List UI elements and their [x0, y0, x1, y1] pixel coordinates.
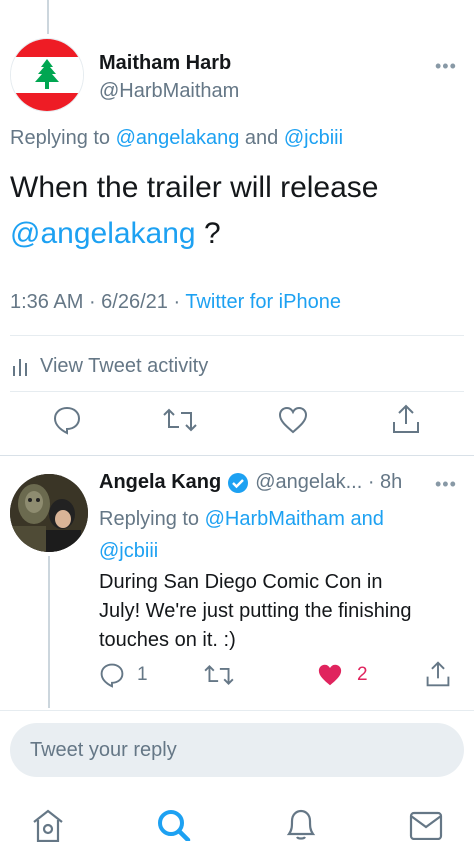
divider [10, 391, 464, 392]
reply-text: During San Diego Comic Con in July! We'r… [99, 568, 469, 655]
verified-badge-icon [228, 472, 249, 493]
tweet-text-line1: When the trailer will release [10, 171, 379, 204]
reply-share-button[interactable] [425, 660, 451, 693]
avatar-maitham[interactable] [10, 38, 84, 112]
mention-jcbiii[interactable]: @jcbiii [284, 127, 343, 149]
reply-replying-to: Replying to @HarbMaitham and @jcbiii [99, 503, 459, 567]
author-handle[interactable]: @HarbMaitham [99, 80, 239, 103]
share-button[interactable] [391, 403, 421, 435]
heart-icon [278, 406, 308, 434]
reply-count: 1 [137, 664, 148, 685]
tweet-reply-input[interactable]: Tweet your reply [10, 723, 464, 777]
tweet-mention-angelakang[interactable]: @angelakang [10, 217, 196, 250]
reply-icon [53, 406, 81, 435]
share-icon [393, 404, 419, 433]
view-tweet-activity-label: View Tweet activity [40, 354, 209, 377]
tweet-text: When the trailer will release @angelakan… [10, 165, 460, 257]
more-options-icon[interactable]: ••• [435, 56, 457, 77]
reply-button[interactable] [52, 405, 82, 435]
home-icon [33, 809, 63, 843]
nav-search[interactable] [155, 807, 191, 846]
retweet-icon [204, 664, 234, 686]
divider [0, 455, 474, 456]
tweet-text-end: ? [195, 217, 221, 250]
divider [0, 710, 474, 711]
reply-text-line2: July! We're just putting the finishing [99, 600, 412, 622]
reply-icon [100, 663, 124, 688]
nav-messages[interactable] [409, 810, 443, 845]
bottom-nav [0, 790, 474, 843]
reply-reply-button[interactable]: 1 [99, 662, 148, 688]
reply-more-options-icon[interactable]: ••• [435, 474, 457, 495]
retweet-icon [163, 408, 197, 432]
reply-retweet-button[interactable] [203, 662, 235, 693]
retweet-button[interactable] [162, 405, 198, 435]
reply-mention-jcbiii[interactable]: @jcbiii [99, 540, 158, 562]
timestamp-line: 1:36 AM · 6/26/21 · Twitter for iPhone [10, 291, 341, 314]
search-icon [158, 810, 191, 843]
view-tweet-activity[interactable]: View Tweet activity [10, 352, 208, 380]
author-name[interactable]: Maitham Harb [99, 52, 231, 75]
reply-text-line1: During San Diego Comic Con in [99, 571, 383, 593]
separator-dot: · [83, 291, 102, 313]
like-button[interactable] [278, 406, 308, 434]
messages-icon [409, 811, 443, 841]
reply-header: Angela Kang @angelak... · 8h [99, 471, 402, 494]
tweet-date: 6/26/21 [101, 291, 168, 313]
reply-like-button[interactable]: 2 [317, 663, 368, 687]
avatar-angela[interactable] [10, 474, 88, 552]
like-count: 2 [357, 664, 368, 685]
notifications-icon [286, 809, 316, 840]
thread-connector-top [47, 0, 49, 34]
profile-photo [10, 474, 88, 552]
separator-dot: · [167, 291, 186, 313]
analytics-icon [13, 359, 27, 376]
lebanon-flag-icon [11, 39, 83, 111]
nav-notifications[interactable] [284, 806, 318, 846]
mention-angelakang[interactable]: @angelakang [116, 127, 240, 149]
divider [10, 335, 464, 336]
reply-replying-and: and [344, 508, 384, 530]
reply-author-name[interactable]: Angela Kang [99, 471, 221, 494]
heart-filled-icon [318, 664, 342, 686]
tweet-source[interactable]: Twitter for iPhone [185, 291, 341, 313]
replying-prefix: Replying to [10, 127, 116, 149]
tweet-time: 1:36 AM [10, 291, 84, 313]
reply-text-line3: touches on it. :) [99, 629, 236, 651]
mention-harbmaitham[interactable]: @HarbMaitham [205, 508, 345, 530]
share-icon [426, 661, 450, 687]
nav-home[interactable] [31, 808, 65, 847]
thread-connector [48, 556, 50, 708]
replying-and: and [239, 127, 284, 149]
reply-replying-prefix: Replying to [99, 508, 205, 530]
reply-handle-time[interactable]: @angelak... · 8h [255, 471, 402, 494]
replying-to-line: Replying to @angelakang and @jcbiii [10, 127, 343, 150]
